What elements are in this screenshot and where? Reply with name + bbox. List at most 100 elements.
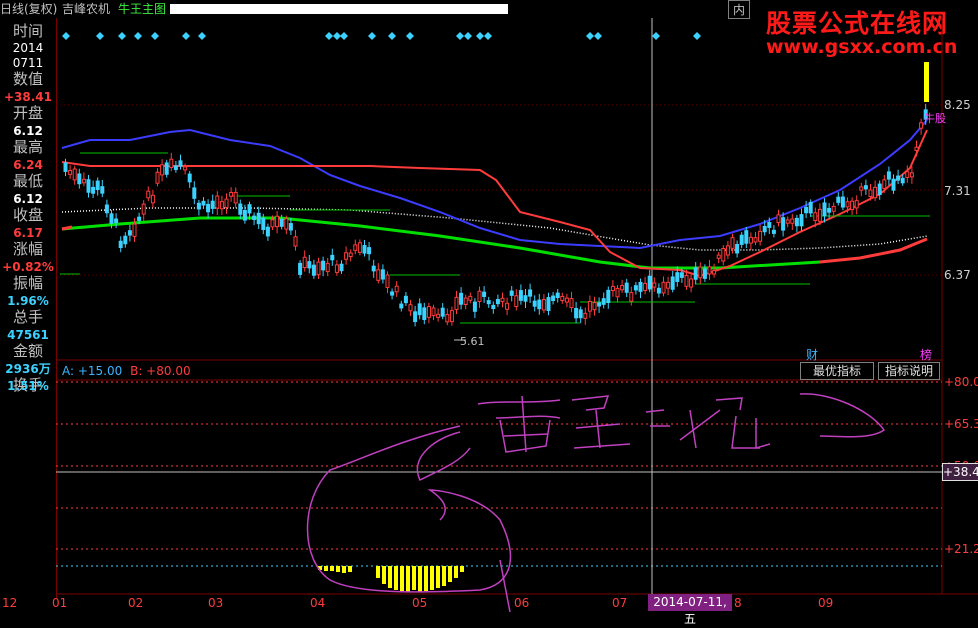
- candle-body: [224, 198, 229, 209]
- candle-body: [863, 185, 868, 190]
- candle-body: [794, 217, 799, 227]
- candle-body: [817, 208, 822, 222]
- candle-body: [905, 171, 910, 178]
- candle-body: [311, 264, 316, 276]
- candle-body: [288, 223, 293, 231]
- candle-body: [155, 171, 160, 184]
- candle-body: [560, 295, 565, 302]
- candle-body: [638, 281, 643, 292]
- candle-body: [753, 237, 758, 243]
- candle-body: [505, 302, 510, 310]
- candle-body: [183, 166, 188, 171]
- candle-body: [592, 302, 597, 311]
- candle-body: [762, 225, 767, 233]
- indicator-bar: [436, 566, 440, 588]
- indicator-bars: [318, 566, 464, 592]
- candle-body: [270, 219, 275, 228]
- candle-body: [859, 186, 864, 191]
- finance-marker[interactable]: 财: [806, 346, 818, 363]
- candle-body: [606, 289, 611, 304]
- indicator-bar: [382, 566, 386, 584]
- candle-body: [721, 247, 726, 262]
- candle-body: [160, 164, 165, 176]
- candle-body: [440, 307, 445, 317]
- indicator-bar: [442, 566, 446, 586]
- candle-body: [63, 162, 68, 172]
- candle-body: [610, 285, 615, 292]
- crosshair-value-tag: +38.4: [942, 463, 978, 481]
- candle-body: [307, 261, 312, 269]
- candle-body: [316, 261, 321, 276]
- indicator-bar: [454, 566, 458, 578]
- candle-body: [201, 200, 206, 206]
- bull-line-label: 牛股: [924, 112, 946, 125]
- month-label: 04: [310, 596, 326, 610]
- candle-body: [739, 234, 744, 245]
- candle-body: [219, 201, 224, 210]
- indicator-bar: [348, 566, 352, 572]
- indicator-bar: [430, 566, 434, 590]
- candle-body: [670, 276, 675, 290]
- candle-body: [187, 173, 192, 183]
- candle-body: [413, 311, 418, 323]
- candle-body: [785, 219, 790, 224]
- indicator-bar: [418, 566, 422, 592]
- candle-body: [684, 275, 689, 287]
- hand-annotation: [306, 393, 886, 612]
- indicator-bar: [424, 566, 428, 591]
- best-indicator-button[interactable]: 最优指标: [800, 362, 874, 380]
- candle-body: [647, 275, 652, 290]
- month-label: 02: [128, 596, 144, 610]
- candle-body: [173, 165, 178, 170]
- candle-body: [215, 195, 220, 209]
- candle-body: [210, 200, 215, 209]
- candle-body: [118, 240, 123, 248]
- candle-body: [541, 298, 546, 311]
- candle-body: [744, 230, 749, 244]
- indicator-bar: [394, 566, 398, 590]
- candle-body: [748, 236, 753, 244]
- candle-body: [491, 304, 496, 310]
- month-label: 06: [514, 596, 530, 610]
- candle-body: [532, 300, 537, 307]
- candle-body: [206, 203, 211, 213]
- month-label: 12: [2, 596, 18, 610]
- candle-body: [652, 282, 657, 288]
- indicator-explain-button[interactable]: 指标说明: [878, 362, 940, 380]
- candle-body: [845, 201, 850, 208]
- candle-body: [735, 244, 740, 254]
- candle-body: [716, 254, 721, 259]
- candle-body: [86, 179, 91, 193]
- candlesticks: [63, 103, 928, 327]
- candle-body: [767, 221, 772, 228]
- candle-body: [385, 274, 390, 288]
- candle-body: [758, 230, 763, 242]
- candle-body: [509, 290, 514, 296]
- candle-body: [330, 254, 335, 261]
- candle-body: [656, 287, 661, 294]
- candle-body: [169, 158, 174, 169]
- indicator-bar: [330, 566, 334, 571]
- candle-body: [891, 178, 896, 191]
- candle-body: [620, 284, 625, 291]
- candle-body: [380, 269, 385, 280]
- candle-body: [537, 299, 542, 310]
- candle-body: [367, 247, 372, 255]
- rank-marker[interactable]: 榜: [920, 346, 932, 363]
- candle-body: [707, 266, 712, 275]
- candle-body: [661, 281, 666, 294]
- candle-body: [141, 203, 146, 215]
- candle-body: [77, 173, 82, 185]
- candle-body: [624, 282, 629, 293]
- candle-body: [454, 296, 459, 310]
- low-price-marker: 5.61: [460, 335, 485, 348]
- candle-body: [339, 263, 344, 272]
- candle-body: [252, 215, 257, 220]
- candle-body: [886, 171, 891, 180]
- candle-body: [702, 268, 707, 279]
- candle-body: [334, 264, 339, 273]
- candle-body: [127, 230, 132, 236]
- candle-body: [909, 172, 914, 178]
- kline-chart[interactable]: [0, 0, 978, 612]
- candle-body: [500, 297, 505, 303]
